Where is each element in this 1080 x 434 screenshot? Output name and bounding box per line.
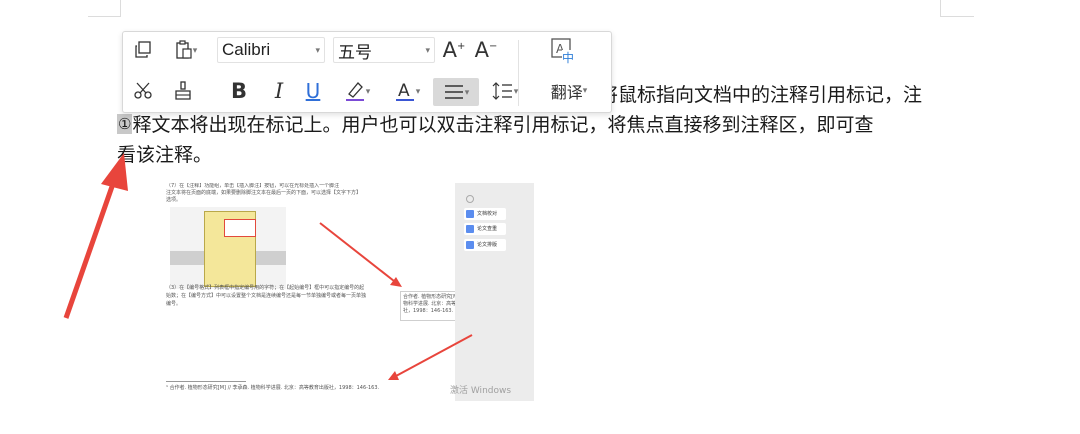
shot-red-arrows (319, 222, 473, 380)
embedded-screenshot: （7）在【注释】功能组，单击【插入脚注】按钮，可以在光标处插入一个脚注 注文本将… (162, 183, 534, 401)
